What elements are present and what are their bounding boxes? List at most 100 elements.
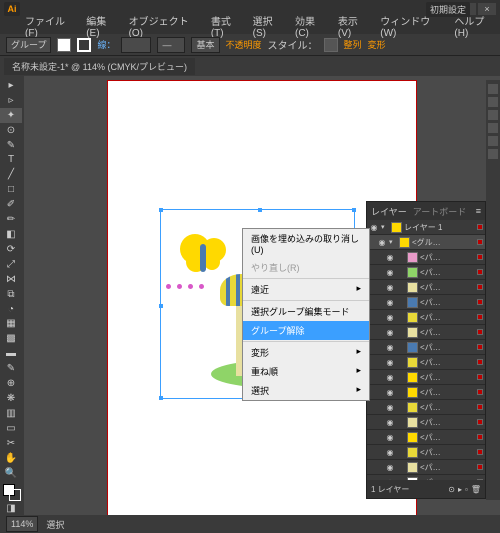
selection-indicator[interactable] — [477, 389, 483, 395]
panel-icon[interactable] — [488, 123, 498, 133]
stroke-weight[interactable] — [121, 37, 151, 53]
layer-name[interactable]: レイヤー 1 — [404, 222, 475, 233]
menu-effect[interactable]: 効果(C) — [292, 13, 331, 39]
eraser-tool[interactable]: ◧ — [0, 227, 22, 242]
visibility-icon[interactable]: ◉ — [385, 448, 395, 457]
locate-icon[interactable]: ⊙ — [448, 485, 455, 494]
object-type[interactable]: グループ — [6, 37, 51, 53]
tab-artboards[interactable]: アートボード — [413, 205, 466, 218]
layer-row[interactable]: ◉<パ… — [367, 355, 485, 370]
context-menu-item[interactable]: 重ね順▸ — [243, 362, 369, 381]
context-menu-item[interactable]: 選択グループ編集モード — [243, 302, 369, 321]
layer-row[interactable]: ◉ <パ… — [367, 460, 485, 475]
opacity-label[interactable]: 不透明度 — [226, 38, 262, 51]
layer-name[interactable]: <パ… — [420, 432, 475, 443]
layer-row[interactable]: ◉ <パ… — [367, 340, 485, 355]
blend-tool[interactable]: ⊕ — [0, 376, 22, 391]
layer-row[interactable]: ◉▾ レイヤー 1 — [367, 220, 485, 235]
free-transform-tool[interactable]: ⧉ — [0, 287, 22, 302]
color-mode[interactable]: ◨ — [0, 501, 22, 516]
shape-builder-tool[interactable]: ◔ — [0, 302, 22, 317]
layer-name[interactable]: <パ… — [420, 462, 475, 473]
layer-row[interactable]: ◉<パ… — [367, 310, 485, 325]
layer-name[interactable]: <パ… — [420, 267, 475, 278]
layer-name[interactable]: <パ… — [420, 417, 475, 428]
width-tool[interactable]: ⋈ — [0, 272, 22, 287]
layer-name[interactable]: <パ… — [420, 252, 475, 263]
selection-indicator[interactable] — [477, 284, 483, 290]
selection-tool[interactable]: ▸ — [0, 78, 22, 93]
layer-name[interactable]: <パ… — [420, 282, 475, 293]
zoom-level[interactable]: 114% — [6, 516, 38, 532]
layer-name[interactable]: <パ… — [420, 387, 475, 398]
paintbrush-tool[interactable]: ✐ — [0, 197, 22, 212]
layer-name[interactable]: <パ… — [420, 357, 475, 368]
visibility-icon[interactable]: ◉ — [377, 238, 387, 247]
layer-row[interactable]: ◉<パ… — [367, 325, 485, 340]
selection-indicator[interactable] — [477, 344, 483, 350]
mesh-tool[interactable]: ▩ — [0, 331, 22, 346]
menu-object[interactable]: オブジェクト(O) — [126, 13, 204, 39]
panel-icon[interactable] — [488, 97, 498, 107]
layer-name[interactable]: <パ… — [420, 447, 475, 458]
perspective-tool[interactable]: ▦ — [0, 317, 22, 332]
selection-indicator[interactable] — [477, 419, 483, 425]
layer-row[interactable]: ◉▾ <グル… — [367, 235, 485, 250]
scale-tool[interactable]: ⤢ — [0, 257, 22, 272]
stroke-label[interactable]: 線： — [97, 38, 115, 51]
layer-name[interactable]: <パ… — [420, 372, 475, 383]
new-layer-icon[interactable]: ▫ — [465, 485, 468, 494]
layer-name[interactable]: <パ… — [420, 327, 475, 338]
layer-row[interactable]: ◉ <パ… — [367, 415, 485, 430]
context-menu-item[interactable]: 選択▸ — [243, 381, 369, 400]
layer-row[interactable]: ◉<パ… — [367, 400, 485, 415]
selection-indicator[interactable] — [477, 299, 483, 305]
magic-wand-tool[interactable]: ✦ — [0, 108, 22, 123]
artboard-tool[interactable]: ▭ — [0, 421, 22, 436]
selection-indicator[interactable] — [477, 359, 483, 365]
menu-type[interactable]: 書式(T) — [208, 13, 246, 39]
menu-edit[interactable]: 編集(E) — [83, 13, 121, 39]
slice-tool[interactable]: ✂ — [0, 436, 22, 451]
layer-row[interactable]: ◉ <パ… — [367, 430, 485, 445]
zoom-tool[interactable]: 🔍 — [0, 466, 22, 481]
stroke-swatch[interactable] — [77, 38, 91, 52]
visibility-icon[interactable]: ◉ — [385, 343, 395, 352]
context-menu-item[interactable]: 遠近▸ — [243, 280, 369, 299]
selection-indicator[interactable] — [477, 434, 483, 440]
collapsed-panels[interactable] — [486, 80, 500, 500]
pencil-tool[interactable]: ✏ — [0, 212, 22, 227]
panel-icon[interactable] — [488, 136, 498, 146]
context-menu-item[interactable]: 画像を埋め込みの取り消し(U) — [243, 229, 369, 258]
lasso-tool[interactable]: ⊙ — [0, 123, 22, 138]
selection-indicator[interactable] — [477, 239, 483, 245]
workspace-switcher[interactable]: 初期設定 — [426, 2, 470, 17]
selection-indicator[interactable] — [477, 404, 483, 410]
layer-row[interactable]: ◉ <パ… — [367, 265, 485, 280]
visibility-icon[interactable]: ◉ — [385, 463, 395, 472]
style-swatch[interactable] — [324, 38, 338, 52]
disclosure-icon[interactable]: ▾ — [381, 223, 389, 231]
column-graph-tool[interactable]: ▥ — [0, 406, 22, 421]
context-menu-item[interactable]: グループ解除 — [243, 321, 369, 340]
direct-selection-tool[interactable]: ▹ — [0, 93, 22, 108]
symbol-sprayer-tool[interactable]: ❋ — [0, 391, 22, 406]
transform-link[interactable]: 変形 — [368, 38, 386, 51]
menu-view[interactable]: 表示(V) — [335, 13, 373, 39]
rectangle-tool[interactable]: □ — [0, 182, 22, 197]
selection-indicator[interactable] — [477, 224, 483, 230]
menu-select[interactable]: 選択(S) — [250, 13, 288, 39]
layers-panel[interactable]: レイヤー アートボード ≡ ◉▾ レイヤー 1 ◉▾ <グル… ◉<パ…◉<パ…… — [366, 201, 486, 499]
visibility-icon[interactable]: ◉ — [385, 268, 395, 277]
visibility-icon[interactable]: ◉ — [385, 253, 395, 262]
visibility-icon[interactable]: ◉ — [385, 418, 395, 427]
visibility-icon[interactable]: ◉ — [385, 433, 395, 442]
panel-icon[interactable] — [488, 84, 498, 94]
visibility-icon[interactable]: ◉ — [369, 223, 379, 232]
type-tool[interactable]: T — [0, 153, 22, 168]
visibility-icon[interactable]: ◉ — [385, 388, 395, 397]
selection-indicator[interactable] — [477, 329, 483, 335]
layer-name[interactable]: <パ… — [420, 342, 475, 353]
panel-icon[interactable] — [488, 110, 498, 120]
disclosure-icon[interactable]: ▾ — [389, 238, 397, 246]
